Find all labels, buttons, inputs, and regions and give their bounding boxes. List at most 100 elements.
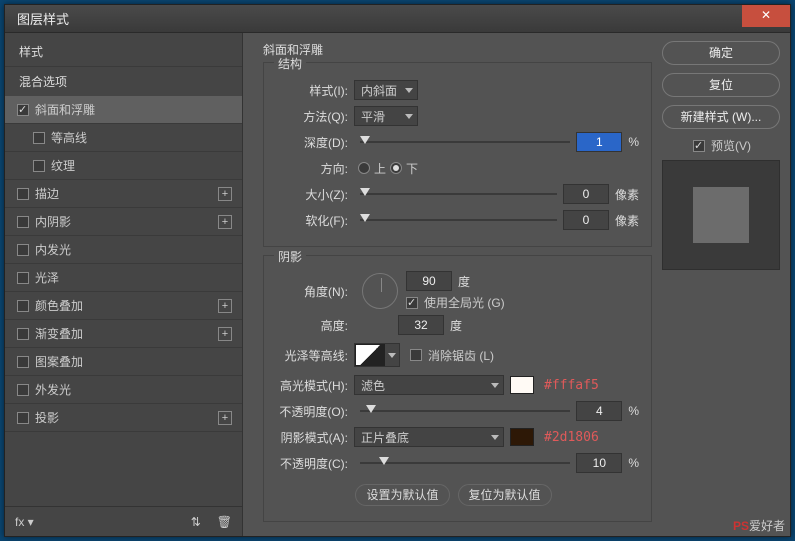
sidebar-item-6[interactable]: 光泽 — [5, 263, 242, 291]
chevron-down-icon — [491, 435, 499, 440]
sidebar-checkbox[interactable] — [17, 328, 29, 340]
sidebar-item-0[interactable]: 斜面和浮雕 — [5, 96, 242, 123]
sidebar-item-5[interactable]: 内发光 — [5, 235, 242, 263]
shadow-color-swatch[interactable] — [510, 428, 534, 446]
shadow-opacity-input[interactable] — [576, 453, 622, 473]
preview-checkbox[interactable] — [693, 140, 705, 152]
soften-unit: 像素 — [615, 212, 639, 229]
sidebar-item-2[interactable]: 纹理 — [5, 151, 242, 179]
sidebar-item-label: 描边 — [35, 185, 59, 202]
soften-slider[interactable] — [360, 217, 557, 223]
size-slider[interactable] — [360, 191, 557, 197]
ok-button[interactable]: 确定 — [662, 41, 780, 65]
reset-default-button[interactable]: 复位为默认值 — [458, 484, 552, 506]
altitude-label: 高度: — [276, 317, 354, 334]
sidebar-checkbox[interactable] — [17, 356, 29, 368]
dialog-buttons: 确定 复位 新建样式 (W)... 预览(V) — [652, 41, 782, 528]
sidebar-checkbox[interactable] — [17, 272, 29, 284]
set-default-button[interactable]: 设置为默认值 — [355, 484, 449, 506]
add-effect-icon[interactable]: + — [218, 327, 232, 341]
structure-legend: 结构 — [274, 55, 306, 72]
sidebar-item-label: 斜面和浮雕 — [35, 101, 95, 118]
sidebar-item-label: 等高线 — [51, 129, 87, 146]
sidebar-item-label: 内阴影 — [35, 213, 71, 230]
sidebar-checkbox[interactable] — [33, 132, 45, 144]
highlight-mode-select[interactable]: 滤色 — [354, 375, 504, 395]
size-unit: 像素 — [615, 186, 639, 203]
style-label: 样式(I): — [276, 82, 354, 99]
depth-input[interactable] — [576, 132, 622, 152]
highlight-opacity-input[interactable] — [576, 401, 622, 421]
highlight-opacity-slider[interactable] — [360, 408, 570, 414]
sidebar-checkbox[interactable] — [17, 384, 29, 396]
shading-legend: 阴影 — [274, 248, 306, 265]
highlight-color-swatch[interactable] — [510, 376, 534, 394]
global-light-checkbox[interactable] — [406, 297, 418, 309]
fx-menu-icon[interactable]: fx ▾ — [15, 515, 34, 529]
sidebar-item-label: 渐变叠加 — [35, 325, 83, 342]
soften-input[interactable] — [563, 210, 609, 230]
highlight-mode-label: 高光模式(H): — [276, 377, 354, 394]
style-select[interactable]: 内斜面 — [354, 80, 418, 100]
sidebar-item-label: 光泽 — [35, 269, 59, 286]
sidebar-header-styles[interactable]: 样式 — [5, 37, 242, 66]
angle-dial[interactable] — [362, 273, 398, 309]
sidebar-checkbox[interactable] — [17, 412, 29, 424]
chevron-down-icon — [405, 88, 413, 93]
sidebar-item-8[interactable]: 渐变叠加 + — [5, 319, 242, 347]
sidebar-checkbox[interactable] — [17, 244, 29, 256]
method-select[interactable]: 平滑 — [354, 106, 418, 126]
sidebar-item-1[interactable]: 等高线 — [5, 123, 242, 151]
titlebar[interactable]: 图层样式 ✕ — [5, 5, 790, 33]
angle-unit: 度 — [458, 273, 470, 290]
sidebar-checkbox[interactable] — [17, 300, 29, 312]
soften-label: 软化(F): — [276, 212, 354, 229]
sidebar-footer: fx ▾ ⇅ 🗑 — [5, 506, 242, 536]
trash-icon[interactable]: 🗑 — [217, 515, 232, 529]
add-effect-icon[interactable]: + — [218, 411, 232, 425]
gloss-contour-label: 光泽等高线: — [276, 347, 354, 364]
sidebar-item-3[interactable]: 描边 + — [5, 179, 242, 207]
sidebar-checkbox[interactable] — [17, 188, 29, 200]
sidebar-checkbox[interactable] — [17, 104, 29, 116]
depth-slider[interactable] — [360, 139, 570, 145]
sidebar-checkbox[interactable] — [17, 216, 29, 228]
sidebar-item-4[interactable]: 内阴影 + — [5, 207, 242, 235]
shadow-mode-select[interactable]: 正片叠底 — [354, 427, 504, 447]
angle-input[interactable] — [406, 271, 452, 291]
chevron-down-icon — [491, 383, 499, 388]
angle-label: 角度(N): — [276, 283, 354, 300]
sidebar-header-blend[interactable]: 混合选项 — [5, 66, 242, 96]
shadow-mode-label: 阴影模式(A): — [276, 429, 354, 446]
chevron-down-icon — [405, 114, 413, 119]
direction-down-radio[interactable] — [390, 162, 402, 174]
cancel-button[interactable]: 复位 — [662, 73, 780, 97]
sidebar-item-10[interactable]: 外发光 — [5, 375, 242, 403]
altitude-unit: 度 — [450, 317, 462, 334]
direction-up-radio[interactable] — [358, 162, 370, 174]
shadow-opacity-label: 不透明度(C): — [276, 455, 354, 472]
sidebar-checkbox[interactable] — [33, 160, 45, 172]
up-down-icon[interactable]: ⇅ — [191, 515, 201, 529]
add-effect-icon[interactable]: + — [218, 215, 232, 229]
close-button[interactable]: ✕ — [742, 5, 790, 27]
antialias-checkbox[interactable] — [410, 349, 422, 361]
altitude-input[interactable] — [398, 315, 444, 335]
chevron-down-icon — [388, 353, 396, 358]
highlight-opacity-label: 不透明度(O): — [276, 403, 354, 420]
sidebar-item-9[interactable]: 图案叠加 — [5, 347, 242, 375]
highlight-opacity-unit: % — [628, 404, 639, 418]
depth-label: 深度(D): — [276, 134, 354, 151]
new-style-button[interactable]: 新建样式 (W)... — [662, 105, 780, 129]
direction-up-label: 上 — [374, 160, 386, 177]
add-effect-icon[interactable]: + — [218, 299, 232, 313]
dialog-window: 图层样式 ✕ 样式 混合选项 斜面和浮雕等高线纹理描边 + 内阴影 + 内发光光泽颜色叠… — [4, 4, 791, 537]
sidebar-item-7[interactable]: 颜色叠加+ — [5, 291, 242, 319]
gloss-contour-picker[interactable] — [354, 343, 400, 367]
depth-unit: % — [628, 135, 639, 149]
add-effect-icon[interactable]: + — [218, 187, 232, 201]
size-input[interactable] — [563, 184, 609, 204]
preview-label: 预览(V) — [711, 137, 751, 154]
shadow-opacity-slider[interactable] — [360, 460, 570, 466]
sidebar-item-11[interactable]: 投影+ — [5, 403, 242, 432]
